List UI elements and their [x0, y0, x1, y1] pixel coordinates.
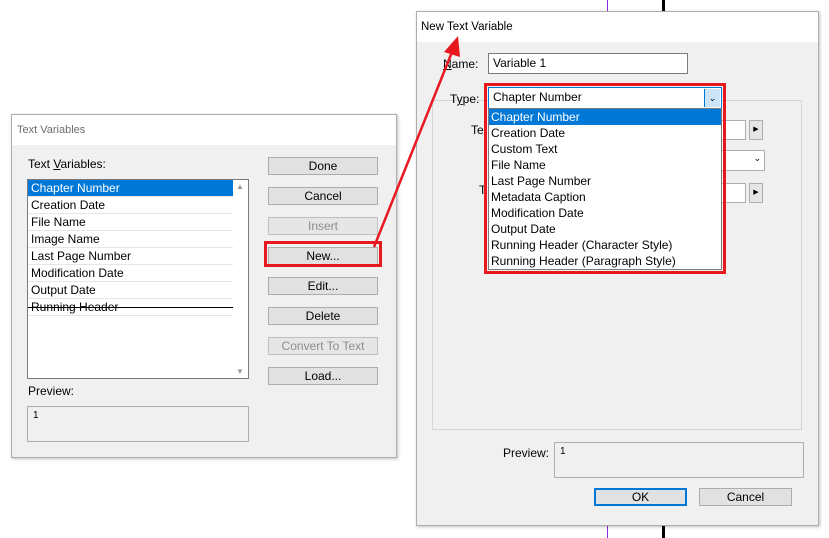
- arrow-head-icon: [444, 36, 460, 57]
- annotation-arrow: [372, 36, 460, 248]
- arrow-shaft: [372, 51, 454, 248]
